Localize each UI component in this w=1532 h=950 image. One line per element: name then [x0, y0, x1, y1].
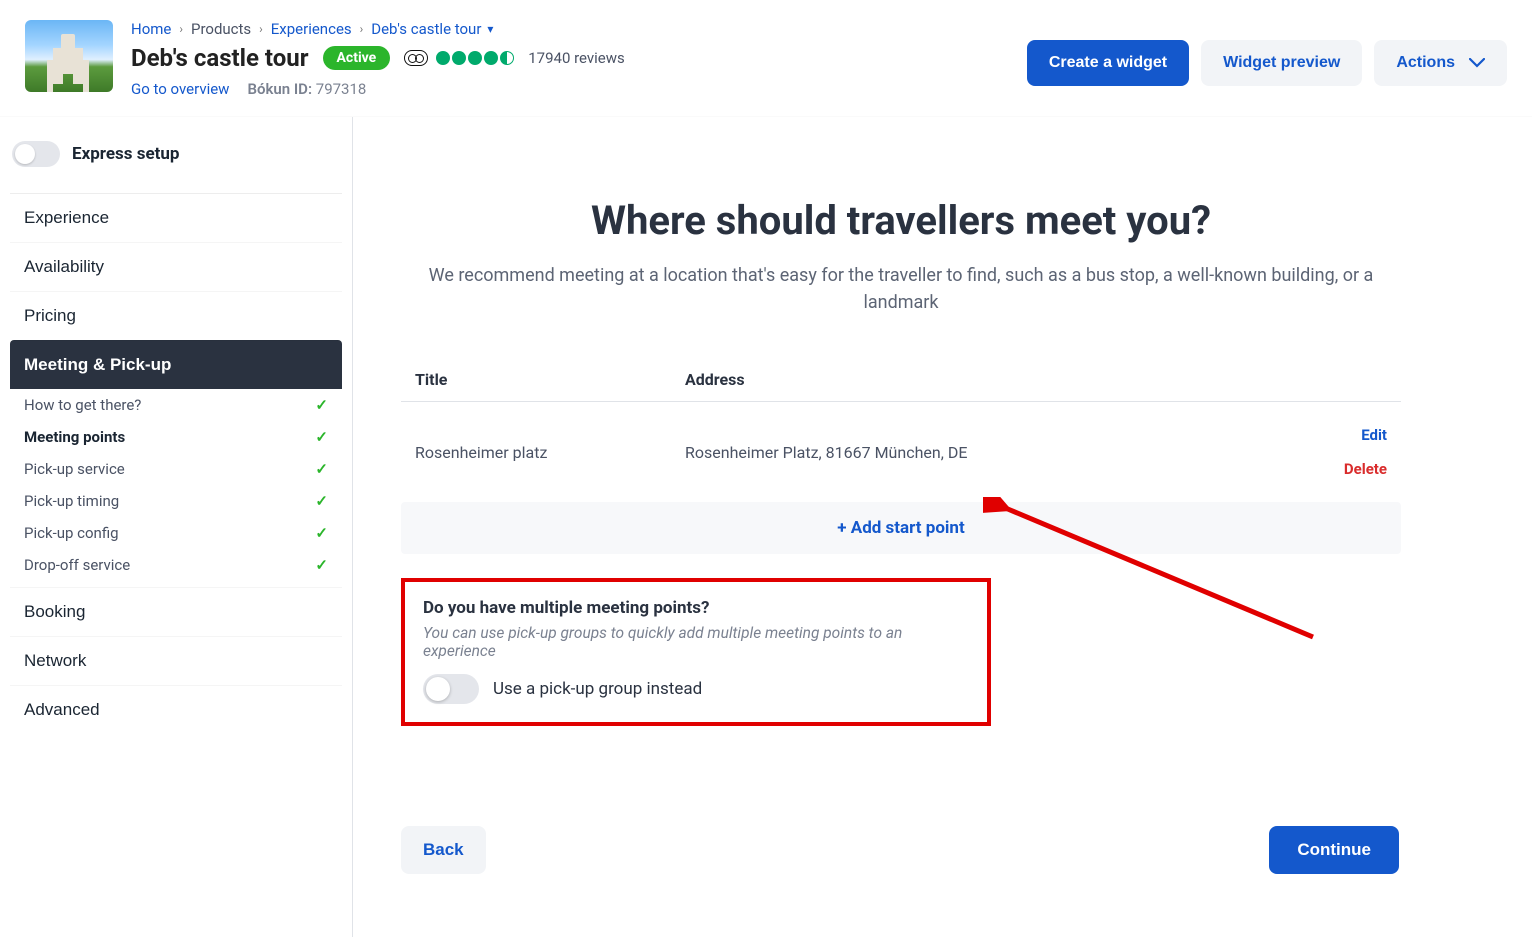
edit-link[interactable]: Edit	[1361, 426, 1387, 444]
subitem-meeting-points[interactable]: Meeting points ✓	[10, 421, 342, 453]
body-layout: Express setup Experience Availability Pr…	[0, 117, 1532, 937]
widget-preview-button[interactable]: Widget preview	[1201, 40, 1362, 86]
check-icon: ✓	[315, 492, 328, 510]
add-start-point-button[interactable]: + Add start point	[401, 502, 1401, 554]
tripadvisor-owl-icon	[404, 50, 428, 66]
subitem-label: Pick-up timing	[24, 492, 119, 510]
actions-dropdown-button[interactable]: Actions	[1374, 40, 1507, 86]
subitem-how-to-get-there[interactable]: How to get there? ✓	[10, 389, 342, 421]
subitem-label: How to get there?	[24, 396, 141, 414]
express-setup-toggle[interactable]	[12, 141, 60, 167]
cell-title: Rosenheimer platz	[415, 443, 685, 462]
chevron-right-icon: ›	[259, 22, 263, 36]
breadcrumb-experiences[interactable]: Experiences	[271, 20, 352, 38]
back-button[interactable]: Back	[401, 826, 486, 874]
multiple-question-title: Do you have multiple meeting points?	[423, 598, 969, 618]
actions-label: Actions	[1396, 54, 1455, 72]
tripadvisor-rating	[404, 50, 514, 66]
breadcrumb-current[interactable]: Deb's castle tour	[371, 20, 481, 38]
meta-row: Go to overview Bókun ID: 797318	[131, 80, 1009, 98]
column-header-title: Title	[415, 370, 685, 389]
overview-link[interactable]: Go to overview	[131, 80, 229, 98]
title-row: Deb's castle tour Active 17940 reviews	[131, 44, 1009, 72]
multiple-meeting-points-box: Do you have multiple meeting points? You…	[401, 578, 991, 726]
sidebar: Express setup Experience Availability Pr…	[0, 117, 353, 937]
express-setup-row: Express setup	[10, 137, 342, 187]
breadcrumb-products: Products	[191, 20, 251, 38]
sidebar-subitems: How to get there? ✓ Meeting points ✓ Pic…	[10, 389, 342, 587]
breadcrumb: Home › Products › Experiences › Deb's ca…	[131, 20, 1009, 38]
sidebar-item-experience[interactable]: Experience	[10, 193, 342, 242]
header-actions: Create a widget Widget preview Actions	[1027, 40, 1507, 86]
main-content: Where should travellers meet you? We rec…	[353, 117, 1532, 937]
sidebar-item-meeting-pickup[interactable]: Meeting & Pick-up	[10, 340, 342, 389]
sidebar-item-network[interactable]: Network	[10, 636, 342, 685]
row-actions: Edit Delete	[1344, 426, 1387, 478]
review-count: 17940 reviews	[528, 49, 625, 67]
main-subheading: We recommend meeting at a location that'…	[421, 262, 1381, 316]
multiple-question-hint: You can use pick-up groups to quickly ad…	[423, 624, 969, 660]
check-icon: ✓	[315, 460, 328, 478]
rating-dots	[436, 51, 514, 65]
express-setup-label: Express setup	[72, 144, 179, 164]
bokun-id: Bókun ID: 797318	[247, 80, 366, 98]
subitem-label: Pick-up config	[24, 524, 119, 542]
footer-buttons: Back Continue	[401, 826, 1401, 874]
rating-dot-icon	[436, 51, 450, 65]
rating-dot-half-icon	[500, 51, 514, 65]
sidebar-item-advanced[interactable]: Advanced	[10, 685, 342, 734]
subitem-label: Drop-off service	[24, 556, 130, 574]
rating-dot-icon	[484, 51, 498, 65]
meeting-points-table: Title Address Rosenheimer platz Rosenhei…	[401, 370, 1401, 554]
sidebar-item-booking[interactable]: Booking	[10, 587, 342, 636]
header-main: Home › Products › Experiences › Deb's ca…	[131, 20, 1009, 98]
column-header-address: Address	[685, 370, 1387, 389]
subitem-label: Pick-up service	[24, 460, 125, 478]
subitem-pickup-config[interactable]: Pick-up config ✓	[10, 517, 342, 549]
rating-dot-icon	[468, 51, 482, 65]
bokun-id-label: Bókun ID:	[247, 80, 312, 98]
delete-link[interactable]: Delete	[1344, 460, 1387, 478]
check-icon: ✓	[315, 556, 328, 574]
chevron-right-icon: ›	[179, 22, 183, 36]
subitem-pickup-service[interactable]: Pick-up service ✓	[10, 453, 342, 485]
create-widget-button[interactable]: Create a widget	[1027, 40, 1189, 86]
pickup-group-toggle-row: Use a pick-up group instead	[423, 674, 969, 704]
check-icon: ✓	[315, 524, 328, 542]
page-header: Home › Products › Experiences › Deb's ca…	[0, 0, 1532, 117]
breadcrumb-home[interactable]: Home	[131, 20, 171, 38]
continue-button[interactable]: Continue	[1269, 826, 1399, 874]
rating-dot-icon	[452, 51, 466, 65]
main-heading: Where should travellers meet you?	[401, 197, 1401, 244]
pickup-group-toggle-label: Use a pick-up group instead	[493, 679, 702, 699]
subitem-dropoff-service[interactable]: Drop-off service ✓	[10, 549, 342, 581]
page-title: Deb's castle tour	[131, 44, 309, 72]
check-icon: ✓	[315, 428, 328, 446]
sidebar-item-pricing[interactable]: Pricing	[10, 291, 342, 340]
table-header: Title Address	[401, 370, 1401, 402]
bokun-id-value: 797318	[316, 80, 367, 98]
subitem-label: Meeting points	[24, 428, 125, 446]
chevron-right-icon: ›	[360, 22, 364, 36]
check-icon: ✓	[315, 396, 328, 414]
product-thumbnail	[25, 20, 113, 92]
chevron-down-icon	[1469, 58, 1485, 68]
pickup-group-toggle[interactable]	[423, 674, 479, 704]
chevron-down-icon[interactable]: ▾	[487, 22, 493, 36]
sidebar-item-availability[interactable]: Availability	[10, 242, 342, 291]
table-row: Rosenheimer platz Rosenheimer Platz, 816…	[401, 402, 1401, 502]
cell-address: Rosenheimer Platz, 81667 München, DE	[685, 443, 1344, 462]
status-badge: Active	[323, 46, 391, 70]
subitem-pickup-timing[interactable]: Pick-up timing ✓	[10, 485, 342, 517]
